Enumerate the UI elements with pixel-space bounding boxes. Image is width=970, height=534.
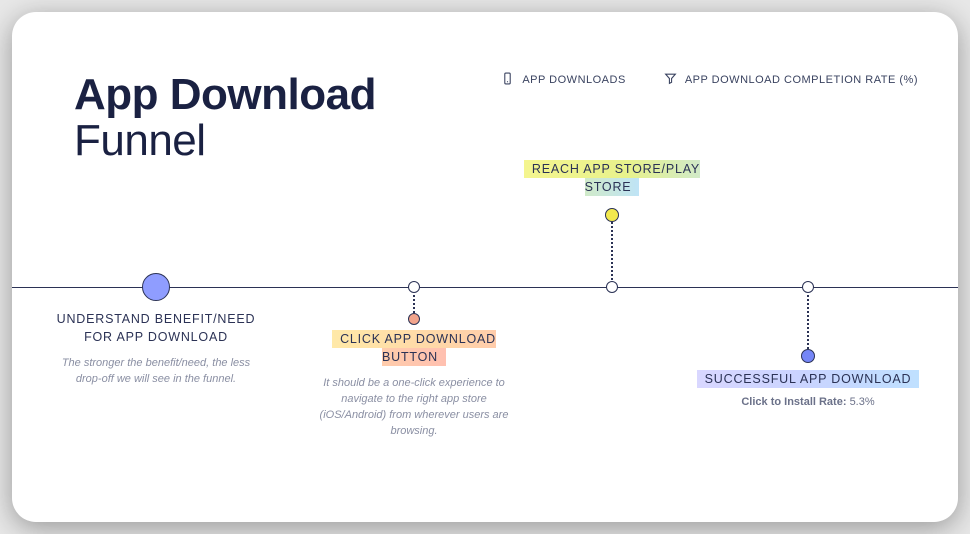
stage-4-node — [802, 281, 814, 293]
metric-completion-rate: APP DOWNLOAD COMPLETION RATE (%) — [664, 72, 918, 88]
stage-2-label: CLICK APP DOWNLOAD BUTTON — [332, 330, 496, 366]
stage-4-label: SUCCESSFUL APP DOWNLOAD — [697, 370, 920, 388]
stage-3-connector — [611, 222, 613, 280]
title-light: Funnel — [74, 118, 376, 164]
stage-4-metric-value: 5.3% — [850, 396, 875, 408]
stage-1-label: UNDERSTAND BENEFIT/NEED FOR APP DOWNLOAD — [57, 312, 256, 344]
stage-4: SUCCESSFUL APP DOWNLOAD Click to Install… — [692, 370, 924, 408]
phone-icon — [501, 72, 514, 88]
funnel-card: App Download Funnel APP DOWNLOADS APP DO… — [12, 12, 958, 522]
stage-4-metric-name: Click to Install Rate: — [741, 396, 846, 408]
metric-label: APP DOWNLOADS — [522, 74, 626, 86]
stage-2-connector — [413, 295, 415, 313]
stage-1: UNDERSTAND BENEFIT/NEED FOR APP DOWNLOAD… — [56, 310, 256, 388]
metric-downloads: APP DOWNLOADS — [501, 72, 626, 88]
stage-1-desc: The stronger the benefit/need, the less … — [56, 356, 256, 388]
stage-2-desc: It should be a one-click experience to n… — [307, 376, 521, 440]
stage-1-node — [142, 273, 170, 301]
metric-label: APP DOWNLOAD COMPLETION RATE (%) — [685, 74, 918, 86]
stage-2: CLICK APP DOWNLOAD BUTTON It should be a… — [307, 330, 521, 440]
stage-3-node — [606, 281, 618, 293]
stage-4-metric: Click to Install Rate: 5.3% — [692, 396, 924, 408]
stage-2-dot — [408, 313, 420, 325]
metrics-bar: APP DOWNLOADS APP DOWNLOAD COMPLETION RA… — [501, 72, 918, 88]
stage-3-label: REACH APP STORE/PLAY STORE — [524, 160, 700, 196]
title-strong: App Download — [74, 72, 376, 118]
stage-4-connector — [807, 295, 809, 349]
funnel-icon — [664, 72, 677, 88]
stage-3-dot — [605, 208, 619, 222]
stage-3: REACH APP STORE/PLAY STORE — [509, 160, 715, 196]
stage-2-node — [408, 281, 420, 293]
stage-4-dot — [801, 349, 815, 363]
title-block: App Download Funnel — [74, 72, 376, 164]
